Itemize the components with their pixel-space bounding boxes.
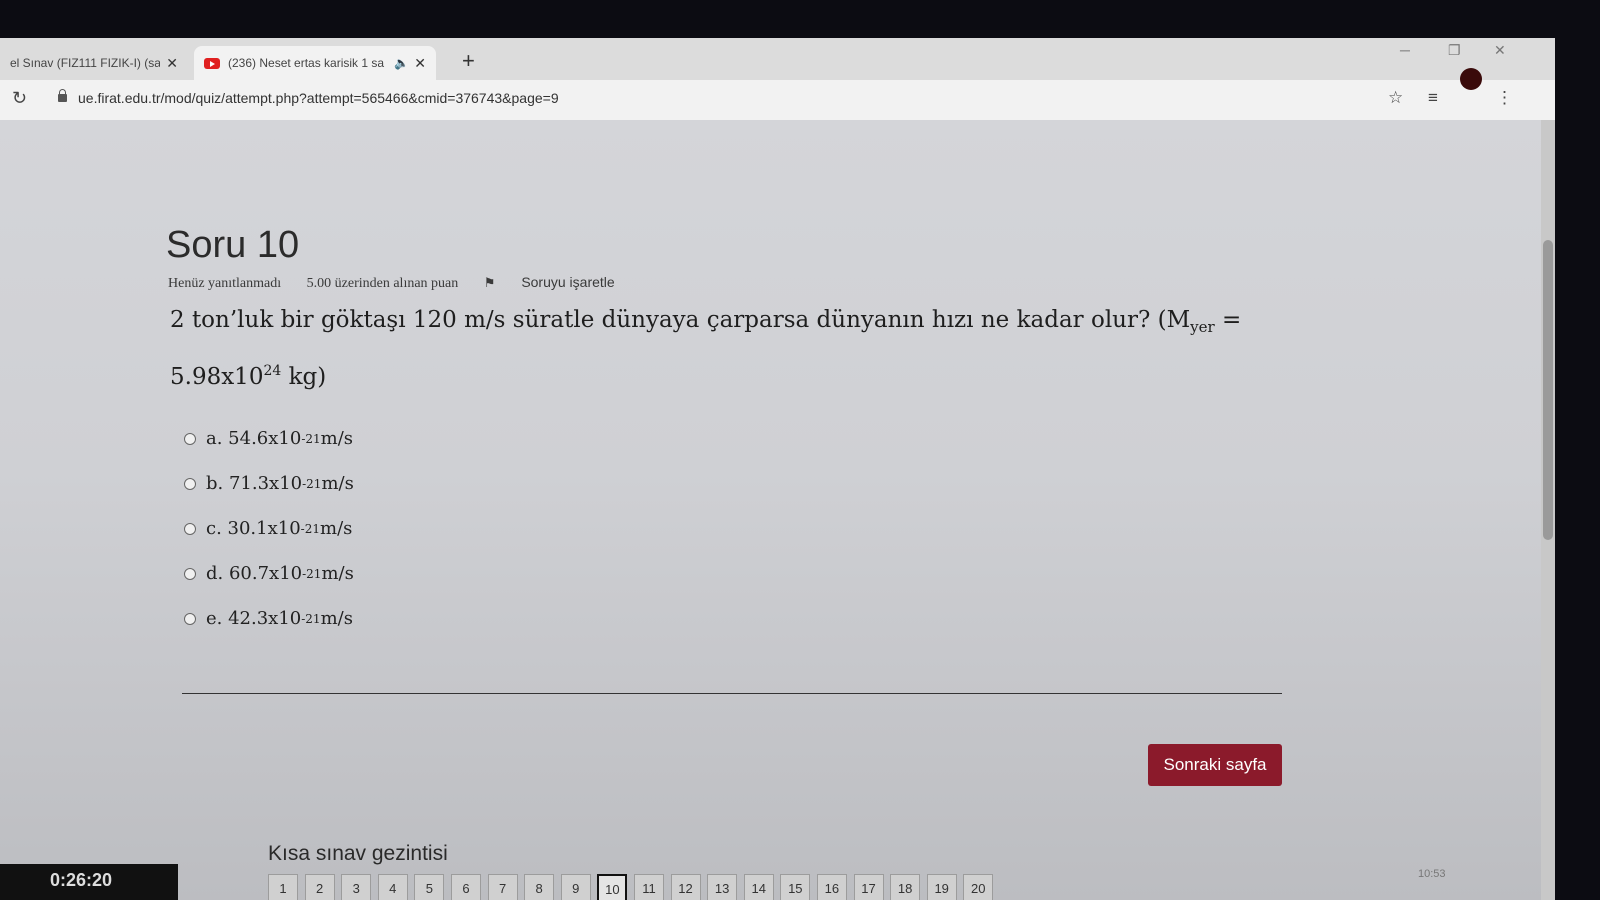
url-input[interactable]: ue.firat.edu.tr/mod/quiz/attempt.php?att… <box>78 90 559 106</box>
next-page-button[interactable]: Sonraki sayfa <box>1148 744 1282 786</box>
option-label: a. 54.6x10 <box>206 428 302 449</box>
option-label: b. 71.3x10 <box>206 473 303 494</box>
question-text-unit: kg) <box>281 364 327 390</box>
radio-button[interactable] <box>184 612 196 625</box>
avatar[interactable] <box>1460 68 1482 90</box>
nav-question-button[interactable]: 4 <box>377 874 408 900</box>
speaker-icon[interactable]: 🔈 <box>394 56 409 70</box>
nav-question-button[interactable]: 16 <box>816 874 847 900</box>
nav-question-button[interactable]: 6 <box>450 874 481 900</box>
option-unit: m/s <box>320 428 354 449</box>
quiz-page: Soru 10 Henüz yanıtlanmadı 5.00 üzerinde… <box>0 120 1555 900</box>
question-text-eq: = <box>1214 307 1242 333</box>
question-text: 2 ton’luk bir göktaşı 120 m/s süratle dü… <box>170 298 1260 399</box>
nav-question-button[interactable]: 14 <box>743 874 774 900</box>
question-status: Henüz yanıtlanmadı <box>168 276 282 291</box>
radio-button[interactable] <box>184 567 196 580</box>
nav-question-button[interactable]: 18 <box>890 874 921 900</box>
nav-question-button[interactable]: 9 <box>560 874 591 900</box>
tab-quiz-label: el Sınav (FIZ111 FIZIK-I) (say <box>10 56 160 70</box>
nav-question-button[interactable]: 12 <box>670 874 701 900</box>
question-text-sub: yer <box>1190 318 1215 336</box>
question-text-line2: 5.98x10 <box>170 364 264 390</box>
question-text-exp: 24 <box>263 363 282 379</box>
answer-option-c[interactable]: c. 30.1x10 -21 m/s <box>184 506 354 551</box>
scrollbar[interactable] <box>1541 120 1555 900</box>
radio-button[interactable] <box>184 432 196 445</box>
browser-window: el Sınav (FIZ111 FIZIK-I) (say ✕ (236) N… <box>0 38 1555 900</box>
option-exp: -21 <box>302 476 322 491</box>
answer-option-a[interactable]: a. 54.6x10 -21 m/s <box>184 416 354 461</box>
reload-icon[interactable]: ↻ <box>12 88 27 109</box>
nav-question-button[interactable]: 20 <box>963 874 994 900</box>
option-label: d. 60.7x10 <box>206 563 303 584</box>
new-tab-button[interactable]: + <box>462 48 475 74</box>
nav-question-button[interactable]: 2 <box>304 874 335 900</box>
kebab-menu-icon[interactable]: ⋮ <box>1496 88 1513 108</box>
nav-question-button[interactable]: 13 <box>707 874 738 900</box>
answer-option-b[interactable]: b. 71.3x10 -21 m/s <box>184 461 354 506</box>
quiz-navigation-title: Kısa sınav gezintisi <box>268 842 448 865</box>
nav-question-button[interactable]: 5 <box>414 874 445 900</box>
question-text-main: 2 ton’luk bir göktaşı 120 m/s süratle dü… <box>170 307 1191 333</box>
taskbar-clock: 10:53 <box>1418 868 1446 880</box>
option-unit: m/s <box>320 518 353 539</box>
nav-question-button[interactable]: 3 <box>341 874 372 900</box>
close-icon[interactable]: ✕ <box>166 55 178 72</box>
nav-question-button[interactable]: 19 <box>926 874 957 900</box>
tab-youtube-label: (236) Neset ertas karisik 1 sa <box>228 56 385 70</box>
option-unit: m/s <box>321 563 354 584</box>
address-bar: ↻ ue.firat.edu.tr/mod/quiz/attempt.php?a… <box>0 80 1555 121</box>
nav-question-button[interactable]: 1 <box>268 874 298 900</box>
star-icon[interactable]: ☆ <box>1388 88 1403 108</box>
radio-button[interactable] <box>184 522 196 535</box>
question-meta: Henüz yanıtlanmadı 5.00 üzerinden alınan… <box>168 274 659 292</box>
option-exp: -21 <box>301 611 321 626</box>
nav-question-button[interactable]: 7 <box>487 874 518 900</box>
option-exp: -21 <box>302 566 322 581</box>
scroll-thumb[interactable] <box>1543 240 1553 540</box>
quiz-navigation: 1 2 3 4 5 6 7 8 9 10 11 12 13 14 15 16 1… <box>268 874 1000 900</box>
lock-icon <box>58 89 67 102</box>
divider <box>182 693 1282 694</box>
tab-quiz[interactable]: el Sınav (FIZ111 FIZIK-I) (say ✕ <box>0 46 188 80</box>
option-label: c. 30.1x10 <box>206 518 301 539</box>
flag-icon: ⚑ <box>483 275 496 290</box>
option-unit: m/s <box>320 608 353 629</box>
tab-strip: el Sınav (FIZ111 FIZIK-I) (say ✕ (236) N… <box>0 38 1555 80</box>
flag-label: Soruyu işaretle <box>521 274 615 290</box>
maximize-icon[interactable]: ❐ <box>1448 42 1461 59</box>
nav-question-button[interactable]: 11 <box>633 874 664 900</box>
flag-question-link[interactable]: ⚑ Soruyu işaretle <box>484 274 637 290</box>
answer-option-e[interactable]: e. 42.3x10 -21 m/s <box>184 596 354 641</box>
option-exp: -21 <box>301 431 321 446</box>
minimize-icon[interactable]: ─ <box>1400 42 1410 58</box>
nav-question-button-current[interactable]: 10 <box>597 874 628 900</box>
nav-question-button[interactable]: 17 <box>853 874 884 900</box>
window-close-icon[interactable]: ✕ <box>1494 42 1506 59</box>
youtube-icon <box>204 57 220 69</box>
question-title: Soru 10 <box>166 224 300 266</box>
nav-question-button[interactable]: 8 <box>524 874 555 900</box>
tab-youtube[interactable]: (236) Neset ertas karisik 1 sa 🔈 ✕ <box>194 46 436 80</box>
radio-button[interactable] <box>184 477 196 490</box>
question-points: 5.00 üzerinden alınan puan <box>306 276 459 291</box>
nav-question-button[interactable]: 15 <box>780 874 811 900</box>
answer-options: a. 54.6x10 -21 m/s b. 71.3x10 -21 m/s c. 3… <box>184 416 354 641</box>
answer-option-d[interactable]: d. 60.7x10 -21 m/s <box>184 551 354 596</box>
close-icon[interactable]: ✕ <box>414 55 426 72</box>
option-unit: m/s <box>321 473 354 494</box>
option-exp: -21 <box>300 521 320 536</box>
playlist-icon[interactable]: ≡ <box>1428 88 1438 108</box>
option-label: e. 42.3x10 <box>206 608 302 629</box>
quiz-timer: 0:26:20 <box>0 864 178 900</box>
